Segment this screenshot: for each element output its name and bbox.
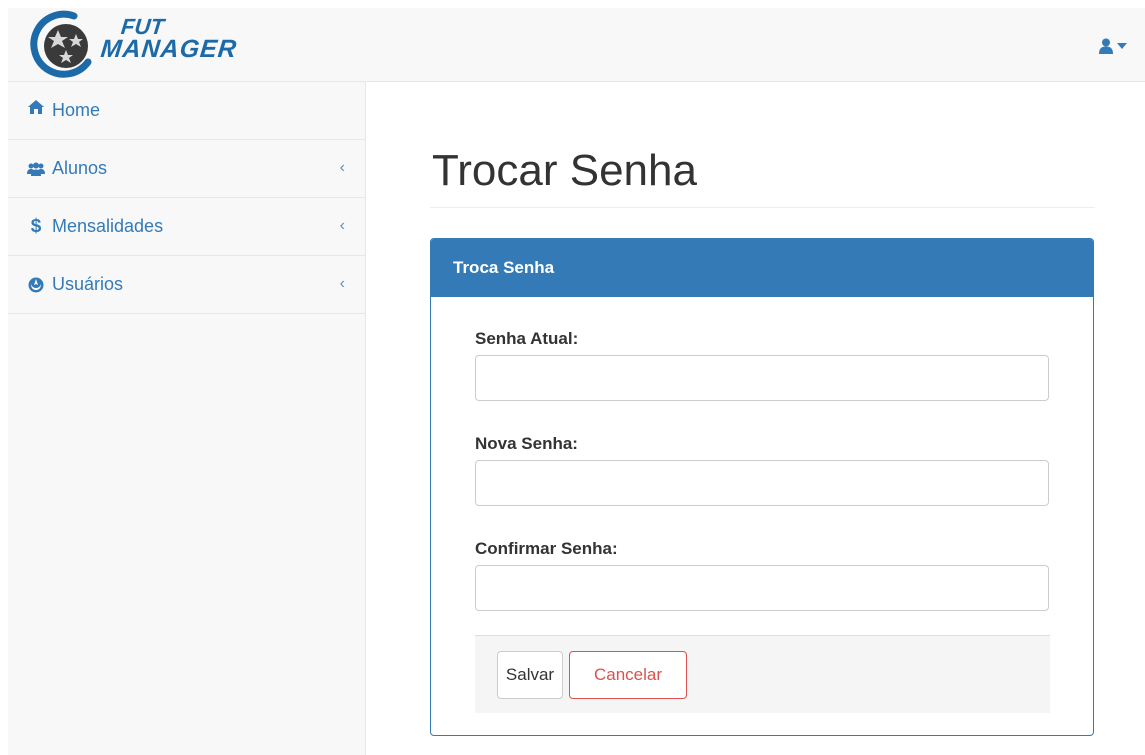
caret-down-icon bbox=[1117, 43, 1127, 49]
brand-logo[interactable]: FUT MANAGER bbox=[30, 10, 270, 78]
chevron-left-icon: ‹ bbox=[339, 274, 345, 292]
confirm-password-label: Confirmar Senha: bbox=[475, 539, 618, 558]
sidebar-item-alunos[interactable]: Alunos ‹ bbox=[8, 140, 365, 198]
users-icon bbox=[26, 162, 46, 176]
current-password-input[interactable] bbox=[475, 355, 1049, 401]
sidebar-item-label: Home bbox=[52, 100, 101, 120]
dollar-icon: $ bbox=[30, 215, 42, 237]
top-navbar: FUT MANAGER bbox=[8, 8, 1145, 82]
brand-wordmark: FUT MANAGER bbox=[99, 14, 241, 63]
rebel-icon bbox=[26, 277, 46, 293]
sidebar-item-label: Mensalidades bbox=[52, 216, 164, 236]
sidebar-item-usuarios[interactable]: Usuários ‹ bbox=[8, 256, 365, 314]
confirm-password-input[interactable] bbox=[475, 565, 1049, 611]
user-icon bbox=[1099, 38, 1113, 54]
save-button[interactable]: Salvar bbox=[497, 651, 563, 699]
new-password-label: Nova Senha: bbox=[475, 434, 578, 453]
current-password-label: Senha Atual: bbox=[475, 329, 579, 348]
sidebar-item-home[interactable]: Home bbox=[8, 82, 365, 140]
sidebar-item-label: Alunos bbox=[52, 158, 108, 178]
chevron-left-icon: ‹ bbox=[339, 158, 345, 176]
sidebar-item-label: Usuários bbox=[52, 274, 124, 294]
change-password-panel: Troca Senha Senha Atual: Nova Senha: Con… bbox=[430, 238, 1094, 736]
star-ball-icon bbox=[30, 10, 92, 78]
brand-line2: MANAGER bbox=[99, 35, 239, 63]
page-title: Trocar Senha bbox=[432, 146, 697, 195]
chevron-left-icon: ‹ bbox=[339, 216, 345, 234]
user-menu-toggle[interactable] bbox=[1099, 36, 1127, 56]
panel-heading: Troca Senha bbox=[431, 239, 1093, 297]
sidebar-item-mensalidades[interactable]: $ Mensalidades ‹ bbox=[8, 198, 365, 256]
cancel-button[interactable]: Cancelar bbox=[569, 651, 687, 699]
panel-footer: Salvar Cancelar bbox=[475, 635, 1050, 713]
title-divider bbox=[430, 207, 1095, 208]
sidebar: Home Alunos ‹ $ Mensalidades ‹ Usuários … bbox=[8, 82, 366, 755]
new-password-input[interactable] bbox=[475, 460, 1049, 506]
home-icon bbox=[26, 100, 46, 114]
